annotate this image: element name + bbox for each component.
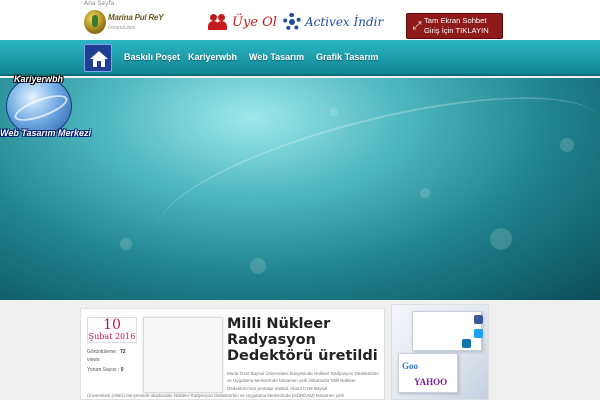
views-value: 72 [120,349,126,355]
post-month: Şubat 2016 [88,332,136,341]
facebook-icon [474,315,483,324]
nav-item-kariyerwbh[interactable]: Kariyerwbh [188,52,237,62]
chat-button-line1: Tam Ekran Sohbet [424,16,487,25]
chat-button-line2: Giriş İçin TIKLAYIN [424,26,489,35]
sidebar-seo-image[interactable]: Goo YAHOO [391,304,489,400]
activex-download-link[interactable]: Activex İndir [283,12,383,32]
post-excerpt-continued: Üniversitesi (AİBÜ) bünyesinde oluşturul… [87,393,345,398]
users-icon [208,13,228,31]
search-engine-logo: Goo [402,361,419,371]
post-thumbnail[interactable] [143,317,223,393]
comments-value: 0 [120,367,124,373]
views-label: Görüntüleme : [87,349,119,355]
post-title[interactable]: Milli Nükleer Radyasyon Dedektörü üretil… [227,316,383,364]
post-date: 10 Şubat 2016 [87,317,137,343]
nav-item-grafik-tasarim[interactable]: Grafik Tasarım [316,52,378,62]
nav-item-web-tasarim[interactable]: Web Tasarım [249,52,304,62]
bubble [250,258,266,274]
linkedin-icon [462,339,471,348]
activex-label: Activex İndir [305,15,384,29]
search-window-graphic [412,311,482,351]
home-icon [90,51,108,67]
bubble [490,228,512,250]
post-card: 10 Şubat 2016 Görüntüleme : 72 views Yor… [80,308,385,400]
light-streak [142,78,600,292]
bubble [420,188,430,198]
comments-count: Yorum Sayısı : 0 [87,367,124,373]
post-day: 10 [103,317,121,333]
home-button[interactable] [84,44,112,72]
register-label: Üye Ol [232,14,277,30]
gear-icon [283,13,301,31]
main-nav: Baskılı Poşet Kariyerwbh Web Tasarım Gra… [0,40,600,76]
twitter-icon [474,329,483,338]
hero-globe-logo[interactable]: Kariyerwbh Web Tasarım Merkezi [0,74,100,152]
expand-arrows-icon: ⤢ [412,19,422,32]
register-link[interactable]: Üye Ol [208,12,277,32]
top-header: Ana Sayfa Marina Pul ReY ForumiLines Üye… [0,0,600,40]
logo-title: Marina Pul ReY [108,13,164,22]
bubble [560,138,574,152]
breadcrumb[interactable]: Ana Sayfa [84,0,114,7]
search-engine-logo: YAHOO [414,377,448,387]
logo-subtitle: ForumiLines [108,25,136,31]
search-window-graphic [398,353,458,393]
site-logo[interactable]: Marina Pul ReY ForumiLines [84,8,168,36]
bubble [330,108,338,116]
fullscreen-chat-button[interactable]: ⤢ Tam Ekran Sohbet Giriş İçin TIKLAYIN [406,13,503,39]
post-excerpt: Murat İzzet Baysal Üniversitesi bünyesin… [227,371,379,391]
globe-logo-bottom: Web Tasarım Merkezi [0,128,92,138]
views-count: Görüntüleme : 72 [87,349,126,355]
globe-icon [6,76,72,136]
comments-label: Yorum Sayısı : [87,367,120,373]
microphone-icon [84,10,106,34]
globe-logo-top: Kariyerwbh [14,74,64,84]
nav-item-baskili-poset[interactable]: Baskılı Poşet [124,52,180,62]
views-unit: views [87,357,100,363]
bubble [120,238,132,250]
content-area: 10 Şubat 2016 Görüntüleme : 72 views Yor… [0,300,600,400]
